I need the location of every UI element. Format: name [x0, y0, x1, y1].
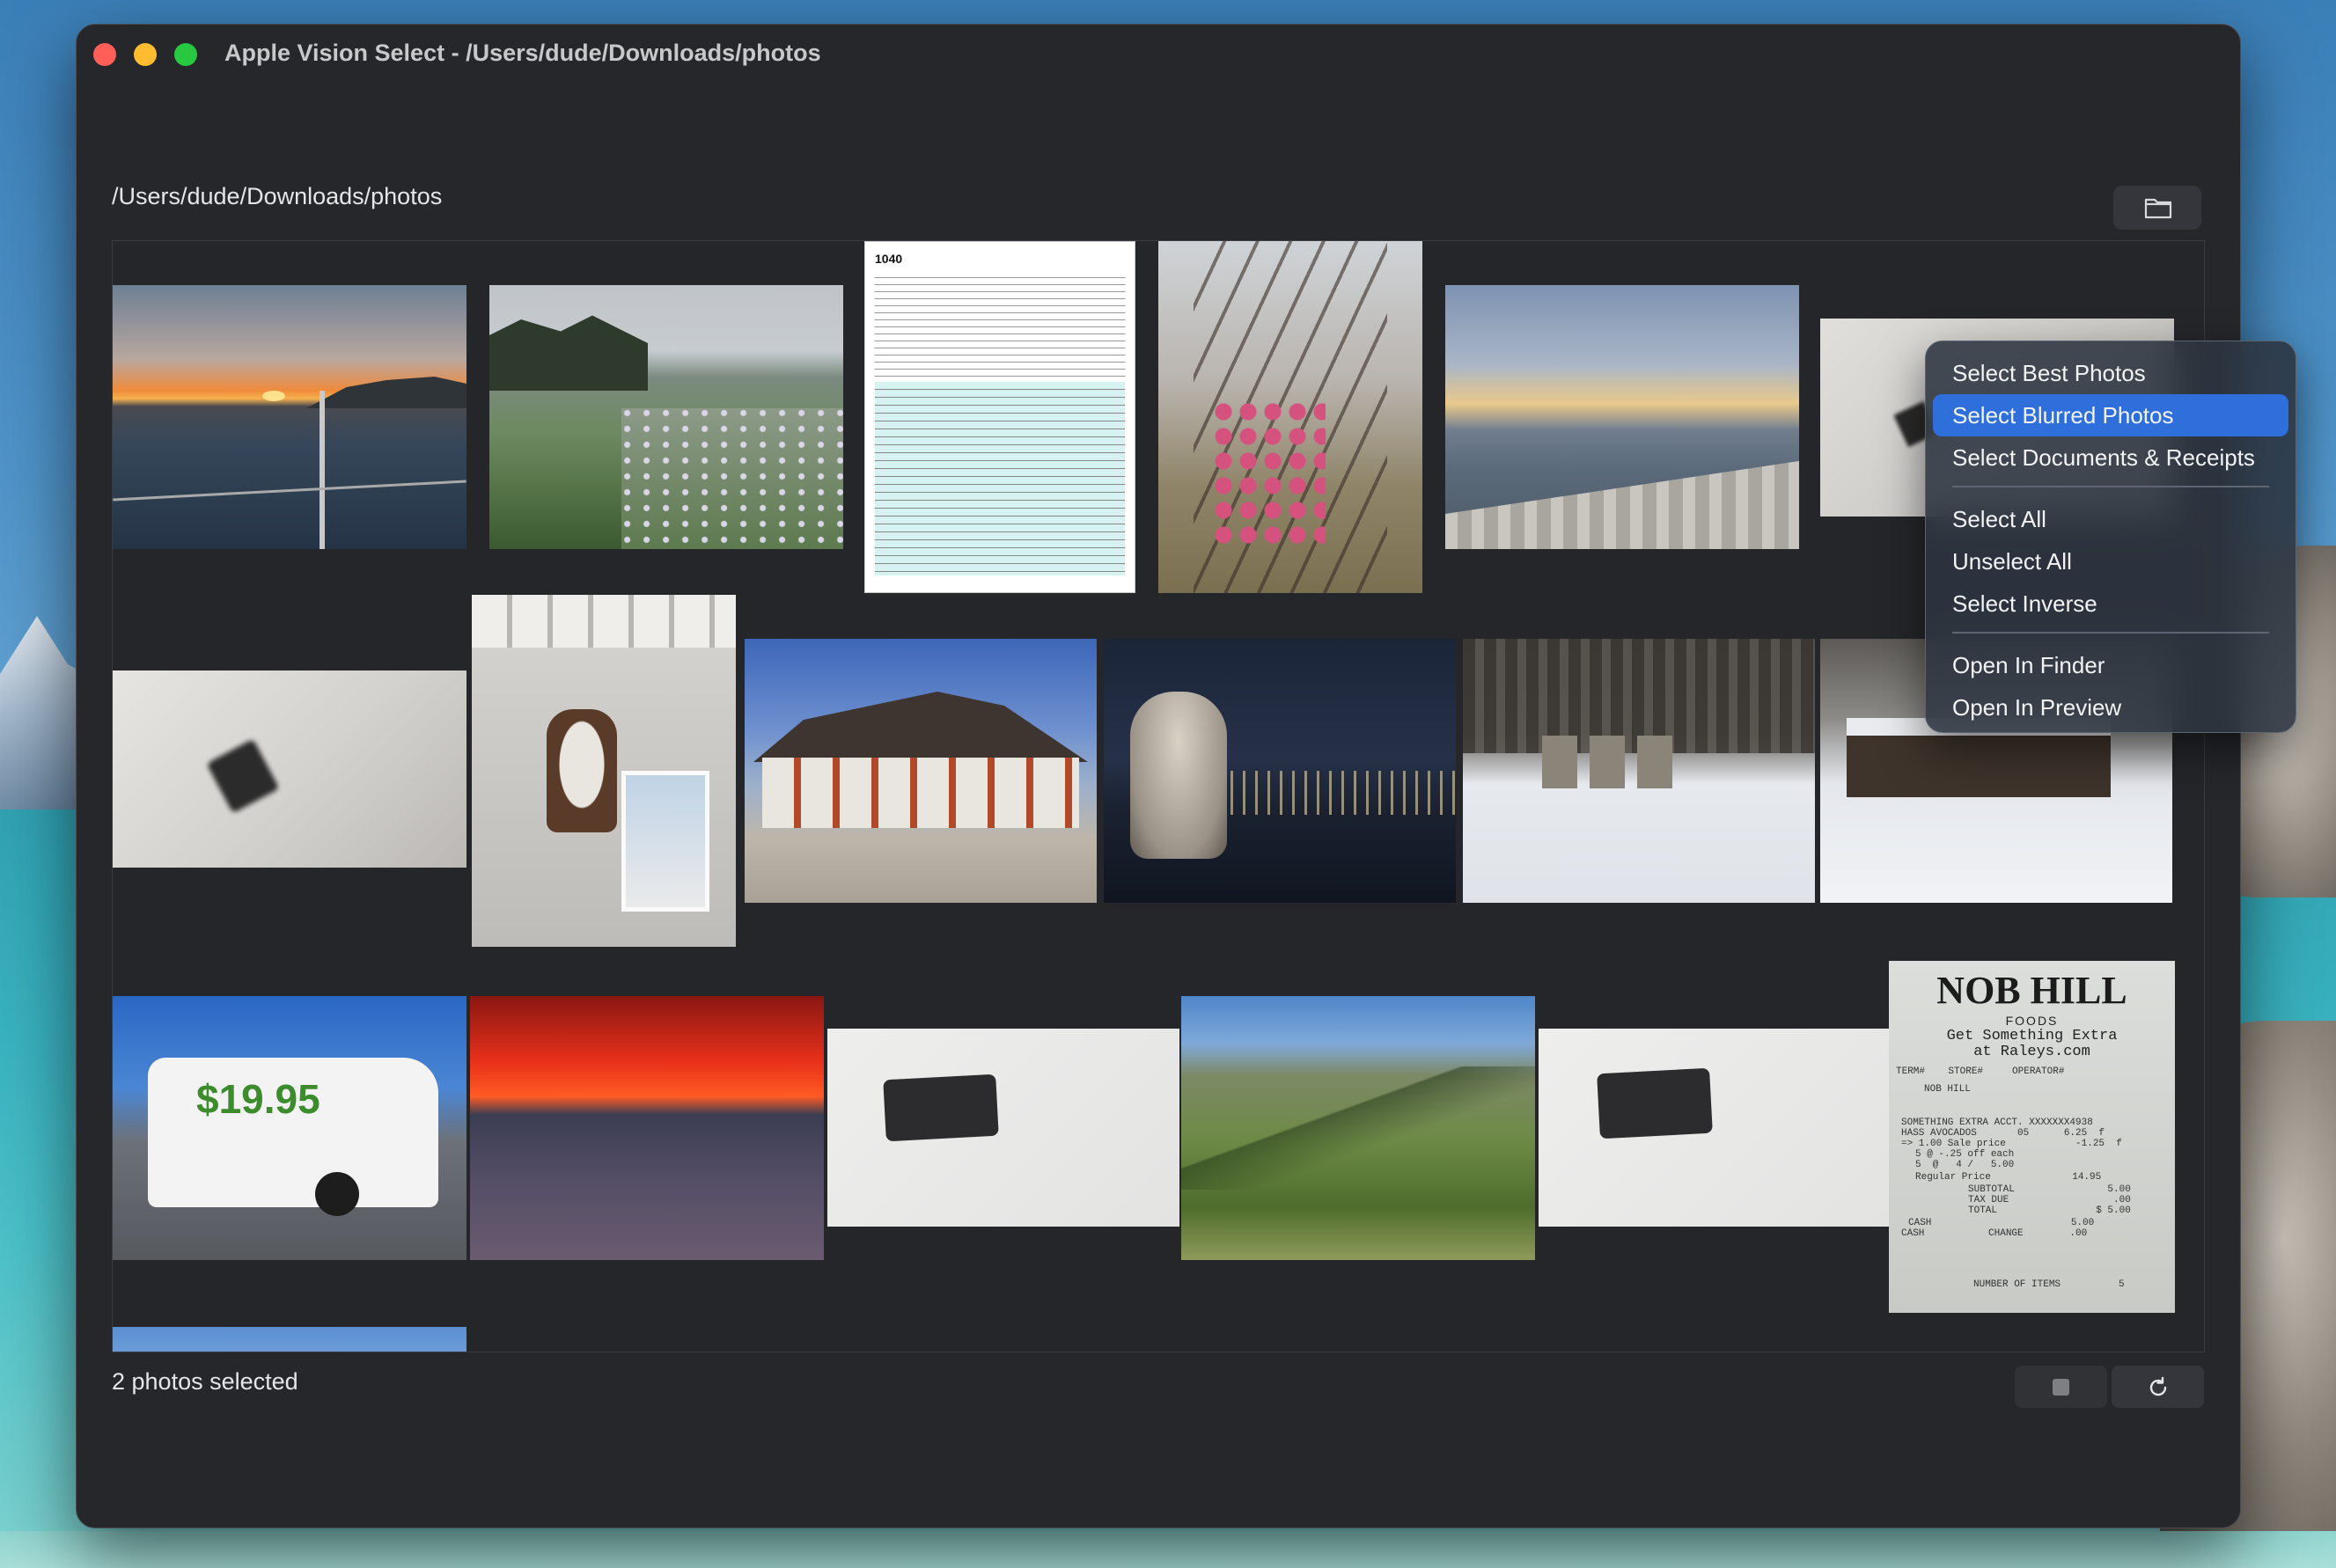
photo-thumbnail[interactable]: [113, 285, 466, 549]
close-window-button[interactable]: [93, 43, 116, 66]
photo-thumbnail[interactable]: [470, 996, 824, 1260]
receipt-sub: FOODS: [2005, 1014, 2059, 1028]
photo-thumbnail[interactable]: [472, 595, 736, 947]
menu-item-open-in-preview[interactable]: Open In Preview: [1933, 686, 2288, 729]
stop-icon: [2053, 1379, 2069, 1396]
receipt-line: NUMBER OF ITEMS 5: [1973, 1279, 2125, 1290]
selection-context-menu: Select Best Photos Select Blurred Photos…: [1925, 341, 2296, 733]
menu-separator: [1952, 632, 2269, 634]
receipt-line: TERM# STORE# OPERATOR#: [1896, 1066, 2065, 1077]
photo-thumbnail-selected[interactable]: [113, 670, 466, 868]
photo-thumbnail[interactable]: [1463, 639, 1815, 903]
blurred-wall-outlet-image: [113, 670, 466, 868]
menu-item-open-in-finder[interactable]: Open In Finder: [1933, 644, 2288, 686]
photo-thumbnail[interactable]: $19.95: [113, 996, 466, 1260]
sky-image: [113, 1327, 466, 1352]
boat-railing: [320, 391, 325, 549]
receipt-promo: Get Something Extra: [1946, 1028, 2118, 1044]
wall-outlet-image: [827, 1029, 1179, 1227]
refresh-icon: [2149, 1376, 2167, 1396]
sun: [262, 391, 285, 401]
receipt-promo: at Raleys.com: [1973, 1044, 2090, 1060]
receipt-store: NOB HILL: [1936, 969, 2127, 1012]
form-lines: [875, 271, 1125, 377]
menu-item-select-documents-receipts[interactable]: Select Documents & Receipts: [1933, 436, 2288, 479]
receipt-line: SOMETHING EXTRA ACCT. XXXXXXX4938: [1901, 1117, 2093, 1128]
photo-thumbnail[interactable]: [745, 639, 1097, 903]
hill-ridges: [1181, 1066, 1535, 1190]
receipt-line: Regular Price 14.95: [1915, 1172, 2102, 1183]
window: [621, 771, 709, 912]
city-lights: [1218, 771, 1456, 815]
receipt-line: => 1.00 Sale price -1.25 f: [1901, 1139, 2122, 1149]
sunset-over-sea-image: [113, 285, 466, 549]
photo-thumbnail[interactable]: NOB HILL FOODS Get Something Extra at Ra…: [1889, 961, 2175, 1313]
receipt-line: CASH CHANGE .00: [1901, 1228, 2088, 1239]
menu-item-select-best-photos[interactable]: Select Best Photos: [1933, 352, 2288, 394]
window-title: Apple Vision Select - /Users/dude/Downlo…: [224, 40, 821, 66]
folder-path-label: /Users/dude/Downloads/photos: [112, 183, 443, 209]
outlet: [883, 1073, 999, 1142]
photo-thumbnail[interactable]: 1040: [864, 241, 1135, 593]
receipt-line: TAX DUE .00: [1968, 1195, 2131, 1205]
receipt-line: 5 @ -.25 off each: [1915, 1149, 2015, 1160]
photo-thumbnail[interactable]: [1539, 1029, 1891, 1227]
photo-thumbnail[interactable]: [1181, 996, 1535, 1260]
refresh-button[interactable]: [2112, 1366, 2204, 1408]
wall-outlet-image: [1539, 1029, 1891, 1227]
form-cyan-section: [875, 382, 1125, 575]
menu-item-select-blurred-photos[interactable]: Select Blurred Photos: [1933, 394, 2288, 436]
selection-status: 2 photos selected: [112, 1368, 298, 1395]
menu-item-unselect-all[interactable]: Unselect All: [1933, 540, 2288, 583]
photo-grid[interactable]: 1040 $19.95 NOB HILL FOODS Get Something…: [112, 240, 2205, 1352]
zoom-window-button[interactable]: [174, 43, 197, 66]
title-bar[interactable]: Apple Vision Select - /Users/dude/Downlo…: [77, 25, 2240, 81]
receipt-line: SUBTOTAL 5.00: [1968, 1184, 2131, 1195]
lantern: [547, 709, 617, 832]
red-sunset-sea-image: [470, 996, 824, 1260]
photo-thumbnail[interactable]: [1104, 639, 1456, 903]
ceiling-beams: [472, 595, 736, 648]
folder-icon: [2144, 198, 2172, 219]
receipt-line: TOTAL $ 5.00: [1968, 1205, 2131, 1216]
stop-button[interactable]: [2015, 1366, 2107, 1408]
minimize-window-button[interactable]: [134, 43, 157, 66]
desktop-wallpaper-shore: [0, 1531, 2336, 1568]
receipt-line: NOB HILL: [1924, 1084, 1971, 1095]
photo-thumbnail[interactable]: [489, 285, 843, 549]
receipt-line: 5 @ 4 / 5.00: [1915, 1160, 2015, 1170]
receipt-line: CASH 5.00: [1908, 1218, 2095, 1228]
choose-folder-button[interactable]: [2113, 186, 2201, 230]
outlet: [1597, 1067, 1713, 1139]
menu-item-select-all[interactable]: Select All: [1933, 498, 2288, 540]
form-title: 1040: [875, 252, 903, 266]
menu-item-select-inverse[interactable]: Select Inverse: [1933, 583, 2288, 625]
flowers: [621, 408, 843, 549]
menu-separator: [1952, 486, 2269, 487]
temple-body: [762, 758, 1079, 828]
blossom-cluster: [1211, 399, 1326, 549]
photo-thumbnail[interactable]: [1445, 285, 1799, 549]
app-window: Apple Vision Select - /Users/dude/Downlo…: [76, 24, 2241, 1528]
merlion-statue: [1130, 692, 1227, 859]
receipt-line: HASS AVOCADOS 05 6.25 f: [1901, 1128, 2105, 1139]
photo-thumbnail[interactable]: [113, 1327, 466, 1352]
photo-thumbnail[interactable]: [1158, 241, 1422, 593]
photo-thumbnail[interactable]: [827, 1029, 1179, 1227]
van-price: $19.95: [196, 1076, 320, 1122]
van-wheel: [315, 1172, 359, 1216]
cabins: [1542, 736, 1683, 788]
